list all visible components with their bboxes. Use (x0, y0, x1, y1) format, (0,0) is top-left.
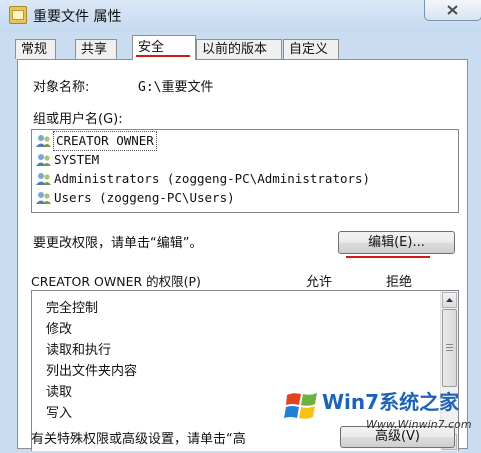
permission-read: 读取 (46, 385, 73, 400)
scroll-up-button[interactable] (442, 292, 457, 308)
grip-line (446, 350, 453, 351)
permission-read-execute: 读取和执行 (46, 343, 112, 358)
user-name: SYSTEM (54, 152, 100, 167)
permission-list-folder: 列出文件夹内容 (46, 364, 138, 379)
grip-line (446, 347, 453, 348)
watermark-brand: Win7系统之家 (322, 390, 460, 414)
permission-modify: 修改 (46, 322, 73, 337)
window-title: 重要文件 属性 (33, 9, 122, 25)
users-group-icon (36, 192, 51, 204)
permission-write: 写入 (46, 406, 73, 421)
close-button[interactable] (424, 0, 481, 21)
scroll-thumb[interactable] (442, 309, 457, 387)
title-bar: 重要文件 属性 (0, 0, 481, 32)
windows-logo-icon (284, 393, 317, 419)
chevron-up-icon (446, 298, 453, 302)
users-listbox[interactable]: CREATOR OWNER SYSTEM Administrators (zog… (31, 129, 459, 213)
object-name-label: 对象名称: (33, 80, 90, 95)
deny-column-header: 拒绝 (386, 275, 413, 290)
permission-full-control: 完全控制 (46, 301, 99, 316)
allow-column-header: 允许 (306, 275, 333, 290)
tab-previous-versions[interactable]: 以前的版本 (196, 39, 282, 59)
advanced-settings-hint: 有关特殊权限或高级设置，请单击“高 (31, 432, 246, 447)
tab-sharing[interactable]: 共享 (75, 39, 117, 59)
permissions-label: CREATOR OWNER 的权限(P) (31, 274, 201, 289)
tab-general[interactable]: 常规 (15, 39, 56, 59)
watermark-url: Www.Winwin7.com (366, 418, 472, 431)
tab-customize[interactable]: 自定义 (283, 39, 339, 59)
user-name: Users (zoggeng-PC\Users) (54, 190, 235, 205)
change-permissions-hint: 要更改权限，请单击“编辑”。 (33, 236, 203, 251)
users-group-icon (36, 173, 51, 185)
close-icon (447, 5, 458, 15)
tab-highlight-underline (136, 55, 190, 57)
user-name: CREATOR OWNER (53, 131, 157, 151)
edit-highlight-underline (346, 256, 430, 258)
folder-icon (9, 6, 27, 24)
user-name: Administrators (zoggeng-PC\Administrator… (54, 171, 371, 186)
users-group-icon (36, 135, 51, 147)
object-name-value: G:\重要文件 (138, 80, 214, 95)
users-group-icon (36, 154, 51, 166)
group-label: 组或用户名(G): (33, 112, 123, 127)
grip-line (446, 344, 453, 345)
edit-button[interactable]: 编辑(E)... (338, 231, 455, 254)
watermark: Win7系统之家 Www.Winwin7.com (282, 384, 481, 441)
